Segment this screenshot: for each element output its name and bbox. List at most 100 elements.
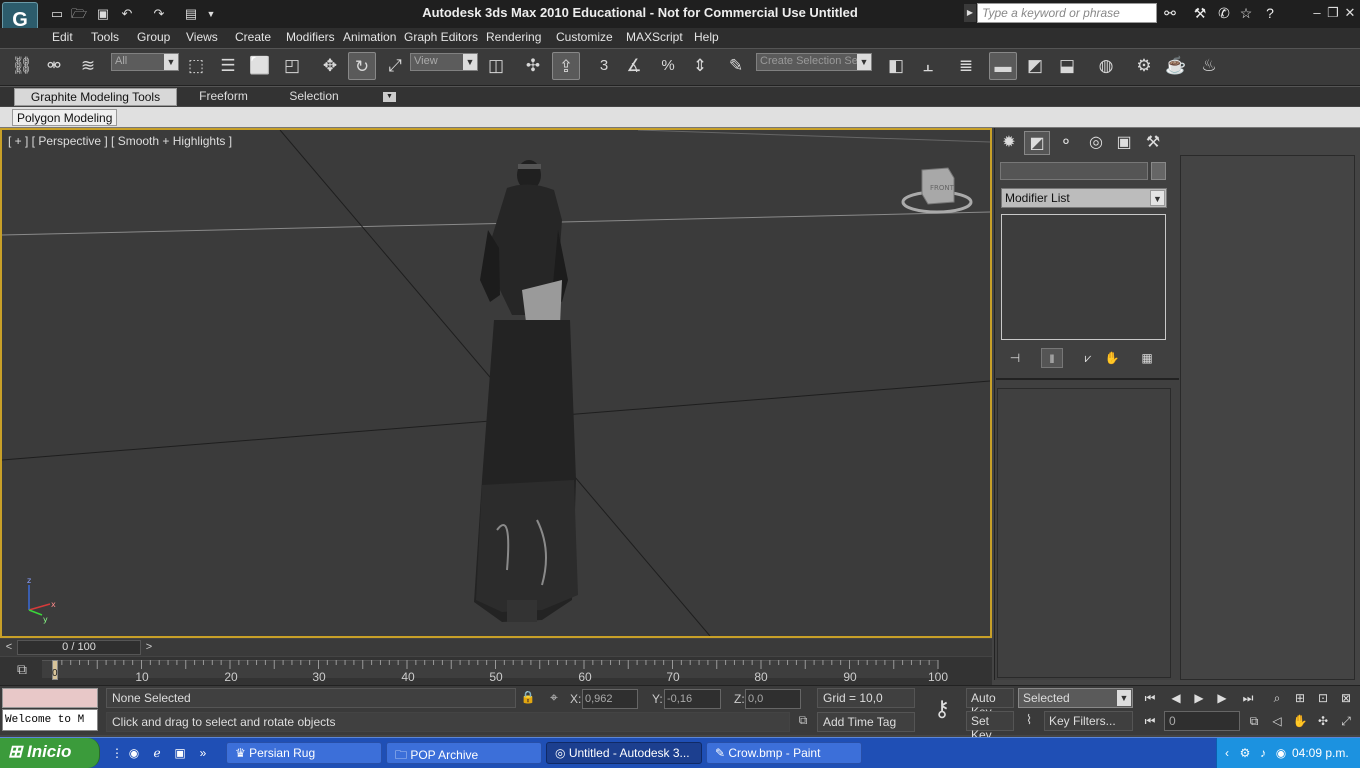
material-editor-icon[interactable]: ◍: [1092, 52, 1120, 80]
prev-frame-icon[interactable]: ◀: [1166, 688, 1186, 708]
favorites-star-icon[interactable]: ☆: [1236, 4, 1256, 22]
maxscript-mini-listener-top[interactable]: [2, 688, 98, 708]
search-input[interactable]: Type a keyword or phrase: [977, 3, 1157, 23]
hierarchy-tab-icon[interactable]: ⚬: [1053, 131, 1079, 155]
key-mode-toggle-icon[interactable]: ⏮: [1140, 711, 1160, 731]
configure-modifier-sets-icon[interactable]: ▦: [1136, 348, 1158, 368]
modify-tab-icon[interactable]: ◩: [1024, 131, 1050, 155]
media-icon[interactable]: ▣: [171, 744, 189, 762]
time-slider-thumb[interactable]: 0 / 100: [17, 640, 141, 655]
remove-modifier-icon[interactable]: ✋: [1101, 348, 1123, 368]
menu-graph-editors[interactable]: Graph Editors: [404, 30, 478, 44]
set-key-button[interactable]: Set Key: [966, 711, 1014, 742]
modifier-stack[interactable]: [1001, 214, 1166, 340]
save-icon[interactable]: ▣: [94, 6, 112, 22]
snaps-toggle-icon[interactable]: 3: [590, 52, 618, 80]
zoom-all-icon[interactable]: ⊞: [1290, 688, 1310, 708]
maximize-viewport-icon[interactable]: ⤢: [1336, 711, 1356, 731]
make-unique-icon[interactable]: ⩗: [1077, 348, 1099, 368]
mirror-icon[interactable]: ◧: [882, 52, 910, 80]
z-coordinate-field[interactable]: 0,0: [745, 689, 801, 709]
window-crossing-icon[interactable]: ◰: [278, 52, 306, 80]
character-model[interactable]: [474, 160, 578, 622]
help-icon[interactable]: ?: [1260, 4, 1280, 22]
zoom-extents-icon[interactable]: ⊡: [1313, 688, 1333, 708]
unlink-icon[interactable]: ⚮: [40, 52, 68, 80]
viewport-label[interactable]: [ + ] [ Perspective ] [ Smooth + Highlig…: [8, 134, 232, 148]
internet-explorer-icon[interactable]: ℯ: [148, 744, 166, 762]
taskbar-item-paint[interactable]: ✎ Crow.bmp - Paint: [706, 742, 862, 764]
add-time-tag-button[interactable]: Add Time Tag: [817, 712, 915, 732]
select-and-rotate-icon[interactable]: ↻: [348, 52, 376, 80]
schematic-view-icon[interactable]: ⬓: [1053, 52, 1081, 80]
selection-filter-dropdown[interactable]: All ▼: [111, 53, 179, 71]
utilities-tab-icon[interactable]: ⚒: [1140, 131, 1166, 155]
communication-icon[interactable]: ✆: [1214, 4, 1234, 22]
goto-start-icon[interactable]: ⏮: [1140, 688, 1160, 708]
reference-coordinate-dropdown[interactable]: View ▼: [410, 53, 478, 71]
polygon-modeling-panel[interactable]: Polygon Modeling: [12, 109, 118, 126]
time-configuration-icon[interactable]: ⧉: [1244, 711, 1264, 731]
restore-icon[interactable]: ❐: [1326, 5, 1340, 21]
ribbon-options-icon[interactable]: ▼: [383, 92, 396, 102]
menu-rendering[interactable]: Rendering: [486, 30, 541, 44]
search-expand-icon[interactable]: ▶: [964, 4, 976, 22]
named-selection-set-dropdown[interactable]: Create Selection Se ▼: [756, 53, 872, 71]
taskbar-item-persian-rug[interactable]: ♛ Persian Rug: [226, 742, 382, 764]
pivot-center-icon[interactable]: ◫: [482, 52, 510, 80]
graphite-toggle-icon[interactable]: ▬: [989, 52, 1017, 80]
menu-group[interactable]: Group: [137, 30, 170, 44]
menu-views[interactable]: Views: [186, 30, 218, 44]
new-file-icon[interactable]: ▭: [48, 6, 66, 22]
start-button[interactable]: ⊞ Inicio: [0, 738, 100, 768]
key-mode-dropdown[interactable]: Selected ▼: [1018, 688, 1133, 708]
volume-icon[interactable]: ♪: [1254, 744, 1272, 762]
pan-view-icon[interactable]: ✋: [1290, 711, 1310, 731]
redo-icon[interactable]: ↷: [150, 6, 168, 22]
quicklaunch-more-icon[interactable]: »: [194, 744, 212, 762]
select-and-move-icon[interactable]: ✥: [316, 52, 344, 80]
pin-stack-icon[interactable]: ⊣: [1004, 348, 1026, 368]
goto-end-icon[interactable]: ⏭: [1238, 688, 1258, 708]
layer-manager-icon[interactable]: ≣: [952, 52, 980, 80]
network-icon[interactable]: ⚙: [1236, 744, 1254, 762]
key-filters-button[interactable]: Key Filters...: [1044, 711, 1133, 731]
field-of-view-icon[interactable]: ◁: [1267, 711, 1287, 731]
next-frame-icon[interactable]: ▶: [1212, 688, 1232, 708]
menu-modifiers[interactable]: Modifiers: [286, 30, 335, 44]
quick-access-dropdown-icon[interactable]: ▼: [202, 6, 220, 22]
tray-expand-icon[interactable]: ‹: [1218, 744, 1236, 762]
tab-selection[interactable]: Selection: [278, 88, 350, 106]
minimize-icon[interactable]: –: [1310, 5, 1324, 21]
select-manipulate-icon[interactable]: ✣: [519, 52, 547, 80]
tab-freeform[interactable]: Freeform: [186, 88, 261, 106]
select-and-scale-icon[interactable]: ⤢: [381, 52, 409, 80]
zoom-icon[interactable]: ⌕: [1267, 688, 1287, 708]
align-icon[interactable]: ⫠: [914, 52, 942, 80]
zoom-extents-all-icon[interactable]: ⊠: [1336, 688, 1356, 708]
show-end-result-icon[interactable]: ‖: [1041, 348, 1063, 368]
time-slider-next-icon[interactable]: >: [142, 640, 156, 655]
menu-help[interactable]: Help: [694, 30, 719, 44]
edit-named-selection-icon[interactable]: ✎: [722, 52, 750, 80]
object-color-swatch[interactable]: [1151, 162, 1166, 180]
keyboard-shortcut-override-icon[interactable]: ⇪: [552, 52, 580, 80]
modifier-list-dropdown[interactable]: Modifier List ▼: [1001, 188, 1167, 208]
render-setup-icon[interactable]: ⚙: [1130, 52, 1158, 80]
menu-tools[interactable]: Tools: [91, 30, 119, 44]
time-tag-icon[interactable]: ⧉: [794, 713, 812, 731]
default-tangent-icon[interactable]: ⌇: [1020, 712, 1038, 730]
close-icon[interactable]: ✕: [1343, 5, 1357, 21]
motion-tab-icon[interactable]: ◎: [1083, 131, 1109, 155]
open-file-icon[interactable]: 🗁: [70, 6, 88, 22]
absolute-mode-icon[interactable]: ⌖: [544, 689, 564, 709]
perspective-viewport[interactable]: FRONT z x y [ + ] [ Perspective ] [ Smoo…: [0, 128, 992, 638]
undo-icon[interactable]: ↶: [118, 6, 136, 22]
object-name-field[interactable]: [1000, 162, 1148, 180]
tab-graphite-modeling-tools[interactable]: Graphite Modeling Tools: [14, 88, 177, 106]
menu-animation[interactable]: Animation: [343, 30, 396, 44]
auto-key-button[interactable]: Auto Key: [966, 688, 1014, 719]
menu-edit[interactable]: Edit: [52, 30, 73, 44]
mini-curve-editor-icon[interactable]: ⧉: [12, 661, 32, 679]
lock-selection-icon[interactable]: 🔒: [519, 690, 537, 708]
